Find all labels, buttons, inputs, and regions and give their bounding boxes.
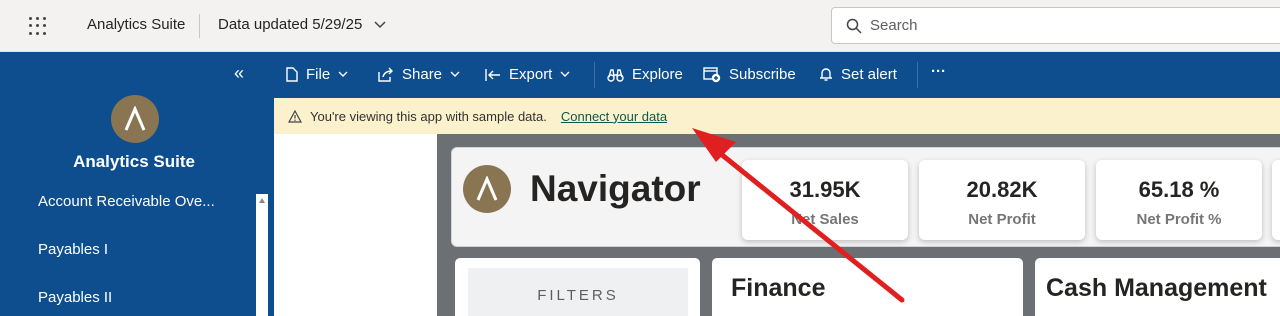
binoculars-icon [607, 68, 624, 82]
sidebar: « Analytics Suite Account Receivable Ove… [0, 52, 274, 316]
command-bar: File Share Export Explore Subscribe Set … [274, 52, 1280, 98]
canvas-margin [274, 134, 437, 316]
chevron-down-icon [374, 20, 386, 28]
set-alert-button[interactable]: Set alert [819, 66, 897, 83]
kpi-label: Net Profit % [1136, 211, 1222, 228]
sample-data-banner: You're viewing this app with sample data… [274, 98, 1280, 134]
chevron-down-icon [450, 71, 460, 77]
share-menu-button[interactable]: Share [378, 66, 460, 83]
top-bar: Analytics Suite Data updated 5/29/25 Sea… [0, 0, 1280, 52]
search-placeholder: Search [870, 17, 918, 34]
app-logo [111, 95, 159, 143]
finance-title: Finance [731, 274, 826, 302]
divider [199, 14, 200, 38]
share-label: Share [402, 66, 443, 83]
kpi-card-net-profit[interactable]: 20.82K Net Profit [919, 160, 1085, 240]
sidebar-title: Analytics Suite [73, 152, 195, 171]
kpi-card-net-sales[interactable]: 31.95K Net Sales [742, 160, 908, 240]
file-menu-button[interactable]: File [286, 66, 348, 83]
more-options-icon: ··· [931, 63, 946, 80]
scroll-up-icon[interactable] [259, 198, 265, 203]
file-icon [286, 67, 298, 82]
sidebar-scrollbar[interactable] [256, 194, 268, 316]
report-logo [463, 165, 511, 213]
divider [917, 62, 918, 88]
kpi-label: Net Profit [968, 211, 1036, 228]
data-updated-label: Data updated 5/29/25 [218, 16, 363, 33]
explore-button[interactable]: Explore [607, 66, 683, 83]
subscribe-label: Subscribe [729, 66, 796, 83]
report-title: Navigator [530, 168, 701, 209]
search-input[interactable]: Search [831, 7, 1280, 44]
chevron-down-icon [338, 71, 348, 77]
cash-management-title: Cash Management [1046, 274, 1267, 302]
kpi-label: Net Sales [791, 211, 859, 228]
sidebar-item-account-receivable[interactable]: Account Receivable Ove... [38, 193, 215, 210]
export-label: Export [509, 66, 553, 83]
kpi-card-partial [1272, 160, 1280, 240]
navigator-logo-icon [476, 176, 498, 201]
kpi-value: 31.95K [789, 177, 861, 202]
more-options-button[interactable]: ··· [931, 63, 946, 80]
connect-data-link[interactable]: Connect your data [561, 109, 667, 124]
share-icon [378, 67, 393, 82]
kpi-card-net-profit-percent[interactable]: 65.18 % Net Profit % [1096, 160, 1262, 240]
search-icon [846, 18, 862, 34]
banner-message: You're viewing this app with sample data… [310, 108, 547, 124]
data-updated-dropdown[interactable]: Data updated 5/29/25 [218, 16, 386, 33]
navigator-logo-icon [124, 106, 146, 131]
subscribe-icon [703, 66, 721, 82]
kpi-value: 65.18 % [1138, 177, 1220, 202]
sidebar-item-payables-ii[interactable]: Payables II [38, 289, 112, 306]
subscribe-button[interactable]: Subscribe [703, 66, 796, 83]
chevron-down-icon [560, 71, 570, 77]
set-alert-label: Set alert [841, 66, 897, 83]
export-icon [485, 68, 500, 81]
sidebar-item-payables-i[interactable]: Payables I [38, 241, 108, 258]
kpi-value: 20.82K [966, 177, 1038, 202]
app-name[interactable]: Analytics Suite [87, 16, 185, 33]
export-menu-button[interactable]: Export [485, 66, 570, 83]
explore-label: Explore [632, 66, 683, 83]
collapse-sidebar-icon[interactable]: « [234, 63, 244, 84]
divider [594, 62, 595, 88]
warning-icon [288, 109, 302, 123]
app-launcher-icon[interactable] [26, 14, 50, 38]
file-label: File [306, 66, 331, 83]
bell-icon [820, 68, 832, 81]
filters-button[interactable]: FILTERS [468, 268, 688, 316]
